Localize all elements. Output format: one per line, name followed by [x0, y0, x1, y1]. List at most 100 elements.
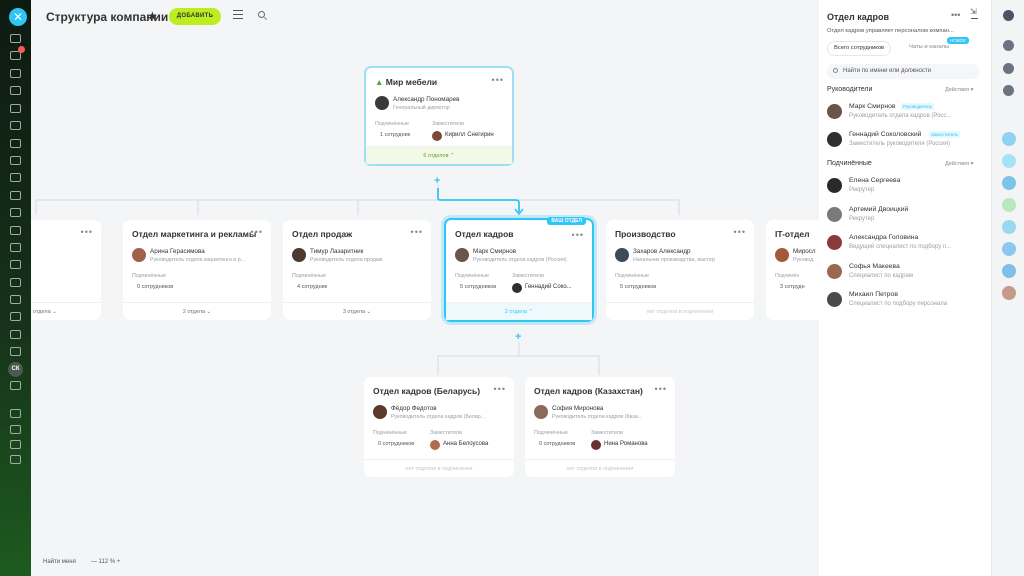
deputy-name[interactable]: Геннадий Соко...	[525, 284, 572, 290]
chat-icon[interactable]	[1003, 85, 1014, 96]
department-card-hr-kazakhstan[interactable]: Отдел кадров (Казахстан) ••• София Мирон…	[525, 377, 675, 477]
analytics-icon[interactable]	[10, 208, 21, 217]
head-name[interactable]: София Миронова	[552, 405, 603, 412]
list-item[interactable]: Геннадий Соколовский Заместитель Замести…	[827, 129, 987, 155]
filter-icon[interactable]	[10, 226, 21, 235]
department-description[interactable]: Отдел кадров управляет персоналом компан…	[827, 28, 982, 34]
head-name[interactable]: Миросл	[793, 248, 816, 255]
more-icon[interactable]: •••	[492, 75, 504, 85]
sign-icon[interactable]	[10, 295, 21, 304]
list-item[interactable]: Артемий Двоицкий Рекрутер	[827, 204, 987, 230]
bell-icon[interactable]	[1003, 63, 1014, 74]
sites-icon[interactable]	[10, 260, 21, 269]
add-node-icon[interactable]: +	[515, 331, 521, 343]
expand-toggle[interactable]: отдела ⌄	[31, 302, 101, 320]
department-card-it[interactable]: IT-отдел Миросл Руковод Подчинён 3 сотру…	[766, 220, 819, 320]
department-card[interactable]: ••• отдела ⌄	[31, 220, 101, 320]
automation-icon[interactable]	[10, 243, 21, 252]
department-card-hr-selected[interactable]: ВАШ ОТДЕЛ Отдел кадров ••• Марк Смирнов …	[444, 217, 594, 322]
employee-count[interactable]: 5 сотрудников	[460, 284, 496, 290]
add-node-icon[interactable]: +	[434, 175, 440, 187]
apps-icon[interactable]	[10, 347, 21, 356]
find-me-button[interactable]: Найти меня	[43, 559, 76, 565]
tasks-icon[interactable]	[10, 69, 21, 78]
avatar[interactable]	[1002, 264, 1016, 278]
expand-toggle[interactable]: 2 отдела ⌄	[123, 302, 271, 320]
mentions-icon[interactable]	[10, 425, 21, 434]
mail-icon[interactable]	[10, 156, 21, 165]
shop-icon[interactable]	[10, 191, 21, 200]
employee-count[interactable]: 5 сотрудников	[620, 284, 656, 290]
user-avatar[interactable]: СК	[8, 362, 23, 377]
search-icon[interactable]	[1003, 40, 1014, 51]
help-icon[interactable]	[10, 409, 21, 418]
settings-icon[interactable]	[10, 381, 21, 390]
company-icon[interactable]	[10, 312, 21, 321]
avatar[interactable]	[1002, 286, 1016, 300]
avatar[interactable]	[1002, 220, 1016, 234]
head-name[interactable]: Арина Герасимова	[150, 248, 205, 255]
department-card-hr-belarus[interactable]: Отдел кадров (Беларусь) ••• Фёдор Федото…	[364, 377, 514, 477]
head-name[interactable]: Захаров Александр	[633, 248, 691, 255]
head-name[interactable]: Фёдор Федотов	[391, 405, 437, 412]
time-icon[interactable]	[10, 278, 21, 287]
department-card-sales[interactable]: Отдел продаж ••• Тимур Лазаритник Руково…	[283, 220, 431, 320]
employee-count[interactable]: 1 сотрудник	[380, 132, 410, 138]
head-name[interactable]: Александр Пономарев	[393, 96, 459, 103]
root-company-card[interactable]: ▲ Мир мебели ••• Александр Пономарев Ген…	[364, 66, 514, 166]
list-item[interactable]: Михаил Петров Специалист по подбору перс…	[827, 289, 987, 315]
employee-count[interactable]: 3 сотрудн	[780, 284, 805, 290]
list-item[interactable]: Софья Макеева Специалист по кадрам	[827, 261, 987, 287]
avatar[interactable]	[1002, 154, 1016, 168]
employee-count[interactable]: 4 сотрудник	[297, 284, 327, 290]
more-icon[interactable]: •••	[734, 227, 746, 237]
calendar-icon[interactable]	[10, 86, 21, 95]
more-icon[interactable]: •••	[951, 10, 960, 20]
employee-count[interactable]: 0 сотрудников	[539, 441, 575, 447]
expand-toggle[interactable]: 6 отделов ⌃	[366, 146, 512, 164]
heads-actions-dropdown[interactable]: Действия ▾	[945, 87, 973, 93]
more-icon[interactable]: •••	[655, 384, 667, 394]
employee-search-input[interactable]: Найти по имени или должности	[827, 64, 979, 79]
head-name[interactable]: Тимур Лазаритник	[310, 248, 363, 255]
add-icon[interactable]	[10, 455, 21, 464]
crm-icon[interactable]	[10, 173, 21, 182]
deputy-name[interactable]: Кирилл Снегирин	[445, 132, 494, 138]
tab-employees[interactable]: Всего сотрудников	[827, 41, 892, 56]
gear-icon[interactable]	[10, 440, 21, 449]
expand-toggle[interactable]: 2 отдела ⌃	[446, 302, 592, 320]
board-icon[interactable]	[10, 139, 21, 148]
list-item[interactable]: Марк Смирнов Руководитель Руководитель о…	[827, 101, 987, 127]
collapse-icon[interactable]	[970, 7, 978, 19]
help-icon[interactable]	[1003, 10, 1014, 21]
more-icon[interactable]: •••	[572, 230, 584, 240]
deputy-name[interactable]: Анна Белоусова	[443, 441, 488, 447]
list-item[interactable]: Александра Головина Ведущий специалист п…	[827, 232, 987, 258]
department-card-production[interactable]: Производство ••• Захаров Александр Начал…	[606, 220, 754, 320]
inventory-icon[interactable]	[10, 330, 21, 339]
more-icon[interactable]: •••	[411, 227, 423, 237]
drive-icon[interactable]	[10, 104, 21, 113]
list-item[interactable]: Елена Сергеева Рекрутер	[827, 175, 987, 201]
tab-chats[interactable]: Чаты и каналы	[909, 44, 949, 50]
employee-count[interactable]: 0 сотрудников	[378, 441, 414, 447]
feed-icon[interactable]	[10, 34, 21, 43]
zoom-control[interactable]: — 112 % +	[91, 559, 120, 565]
department-card-marketing[interactable]: Отдел маркетинга и рекламы ••• Арина Гер…	[123, 220, 271, 320]
deputy-name[interactable]: Нина Романова	[604, 441, 648, 447]
avatar[interactable]	[1002, 198, 1016, 212]
docs-icon[interactable]	[10, 121, 21, 130]
head-name[interactable]: Марк Смирнов	[473, 248, 516, 255]
more-icon[interactable]: •••	[494, 384, 506, 394]
employee-count[interactable]: 0 сотрудников	[137, 284, 173, 290]
avatar[interactable]	[1002, 242, 1016, 256]
close-icon[interactable]: ✕	[9, 8, 27, 26]
more-icon[interactable]: •••	[81, 227, 93, 237]
avatar[interactable]	[1002, 176, 1016, 190]
subordinates-label: Подчинённые	[455, 273, 489, 279]
expand-toggle[interactable]: 3 отдела ⌄	[283, 302, 431, 320]
more-icon[interactable]: •••	[251, 227, 263, 237]
subordinates-actions-dropdown[interactable]: Действия ▾	[945, 161, 973, 167]
org-chart-canvas[interactable]: Структура компании ★ ДОБАВИТЬ + + ▲ Мир …	[31, 0, 819, 576]
avatar[interactable]	[1002, 132, 1016, 146]
